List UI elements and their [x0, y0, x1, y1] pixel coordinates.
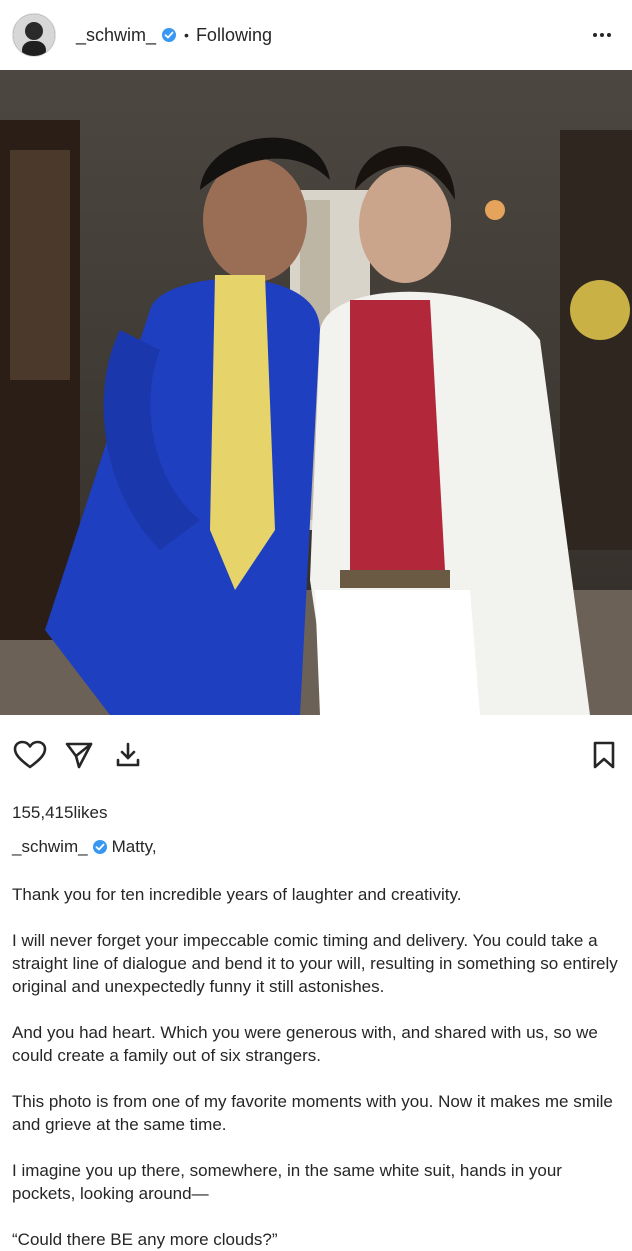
heart-icon[interactable] — [10, 735, 50, 775]
caption-paragraph: And you had heart. Which you were genero… — [12, 1023, 598, 1065]
separator-dot: • — [184, 27, 189, 43]
bookmark-icon[interactable] — [584, 735, 624, 775]
caption-paragraph: I imagine you up there, somewhere, in th… — [12, 1161, 562, 1203]
profile-avatar[interactable] — [12, 13, 56, 57]
caption-paragraph: Thank you for ten incredible years of la… — [12, 885, 462, 904]
caption-header: _schwim_ Matty, — [0, 837, 632, 857]
post-photo[interactable] — [0, 70, 632, 715]
caption-paragraph: I will never forget your impeccable comi… — [12, 931, 618, 996]
post-header: _schwim_ • Following — [0, 0, 632, 70]
verified-badge-icon — [161, 27, 177, 43]
user-block: _schwim_ • Following — [76, 25, 272, 46]
caption-username[interactable]: _schwim_ — [12, 837, 88, 857]
post-actions — [0, 715, 632, 795]
likes-number: 155,415 — [12, 803, 74, 822]
send-icon[interactable] — [59, 735, 99, 775]
likes-suffix: likes — [73, 803, 108, 822]
caption-paragraph: This photo is from one of my favorite mo… — [12, 1092, 613, 1134]
likes-count[interactable]: 155,415likes — [0, 803, 632, 823]
more-options-icon[interactable] — [590, 23, 614, 47]
following-button[interactable]: Following — [196, 25, 272, 46]
username-link[interactable]: _schwim_ — [76, 25, 156, 46]
verified-badge-icon — [92, 839, 108, 855]
download-icon[interactable] — [108, 735, 148, 775]
caption-body: Thank you for ten incredible years of la… — [0, 883, 632, 1251]
caption-first-line: Matty, — [111, 837, 157, 856]
caption-paragraph: “Could there BE any more clouds?” — [12, 1230, 278, 1249]
